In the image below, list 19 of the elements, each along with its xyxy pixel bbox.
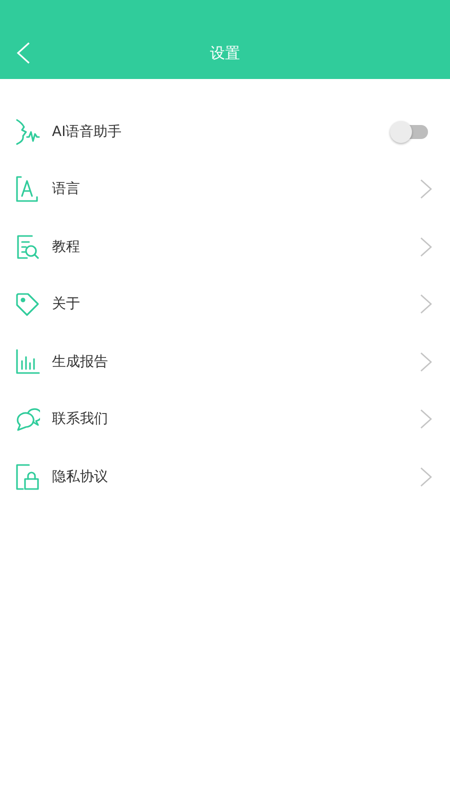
letter-a-icon	[14, 174, 40, 204]
lock-document-icon	[14, 462, 40, 492]
settings-item[interactable]: 生成报告	[0, 333, 450, 390]
setting-label: AI语音助手	[52, 122, 123, 141]
chevron-right-icon	[420, 466, 432, 487]
voice-icon	[14, 116, 40, 147]
chevron-right-icon	[420, 294, 432, 314]
page-title: 设置	[210, 43, 240, 63]
settings-item[interactable]: 隐私协议	[0, 448, 450, 506]
settings-item[interactable]: 语言	[0, 160, 450, 218]
chevron-right-icon	[420, 409, 432, 430]
chevron-right-icon	[420, 179, 432, 200]
chevron-right-icon	[420, 352, 432, 372]
settings-item[interactable]: 关于	[0, 276, 450, 333]
settings-item[interactable]: 联系我们	[0, 390, 450, 448]
toggle-switch[interactable]	[390, 120, 428, 143]
settings-item[interactable]: 教程	[0, 218, 450, 276]
bar-chart-icon	[14, 346, 40, 377]
chevron-right-icon	[420, 236, 432, 257]
